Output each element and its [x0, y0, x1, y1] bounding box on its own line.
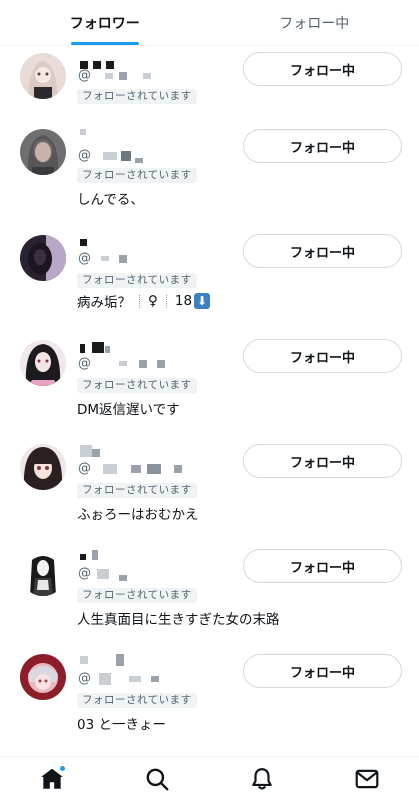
- handle-at: @: [78, 251, 91, 266]
- mail-icon: [355, 769, 378, 788]
- following-button[interactable]: フォロー中: [243, 234, 402, 268]
- avatar[interactable]: [20, 654, 66, 700]
- bio-text: ふぉろーはおむかえ: [77, 507, 199, 523]
- display-name-redacted: [78, 445, 118, 457]
- handle: @: [78, 251, 128, 266]
- list-item[interactable]: @ フォローされています 03 と一きょー フォロー中: [0, 651, 419, 756]
- tab-active-indicator: [70, 42, 139, 45]
- handle-at: @: [78, 461, 91, 476]
- bio-text: しんでる、: [77, 192, 144, 208]
- list-item[interactable]: @ フォローされています ふぉろーはおむかえ フォロー中: [0, 441, 419, 546]
- handle-at: @: [78, 671, 91, 686]
- bio-text: 03 と一きょー: [77, 717, 166, 733]
- avatar[interactable]: [20, 129, 66, 175]
- bio-separator: [139, 294, 140, 308]
- bio-female-symbol: ♀: [148, 293, 158, 309]
- handle-at: @: [78, 148, 91, 163]
- handle: @: [78, 566, 128, 581]
- search-icon: [146, 768, 169, 790]
- handle: @: [78, 148, 144, 163]
- bio-text: DM返信遅いです: [77, 402, 180, 418]
- follows-you-badge: フォローされています: [77, 89, 197, 104]
- follows-you-badge: フォローされています: [77, 273, 197, 288]
- follows-you-badge: フォローされています: [77, 483, 197, 498]
- nav-notifications[interactable]: [237, 759, 287, 799]
- bottom-nav: [0, 756, 419, 800]
- list-item[interactable]: @ フォローされています DM返信遅いです フォロー中: [0, 336, 419, 441]
- tab-following-label: フォロー中: [279, 15, 350, 32]
- display-name-redacted: [78, 342, 128, 354]
- notification-dot: [59, 764, 67, 772]
- avatar[interactable]: [20, 235, 66, 281]
- display-name-redacted: [78, 239, 108, 251]
- tab-followers[interactable]: フォロワー: [0, 0, 210, 45]
- handle: @: [78, 461, 182, 476]
- follower-list: @ フォローされています フォロー中 @ フォローされています しんでる、 フォ…: [0, 46, 419, 756]
- display-name-redacted: [78, 654, 128, 666]
- following-button[interactable]: フォロー中: [243, 129, 402, 163]
- follows-you-badge: フォローされています: [77, 168, 197, 183]
- bio-text: 人生真面目に生きすぎた女の末路: [77, 612, 280, 628]
- nav-search[interactable]: [132, 759, 182, 799]
- follows-you-badge: フォローされています: [77, 378, 197, 393]
- follows-you-badge: フォローされています: [77, 693, 197, 708]
- avatar[interactable]: [20, 340, 66, 386]
- avatar[interactable]: [20, 53, 66, 99]
- avatar[interactable]: [20, 444, 66, 490]
- bio-age: 18: [174, 293, 193, 309]
- handle-at: @: [78, 68, 91, 83]
- follows-you-badge: フォローされています: [77, 588, 197, 603]
- bio-separator: [165, 294, 167, 308]
- list-item[interactable]: @ フォローされています しんでる、 フォロー中: [0, 126, 419, 231]
- down-arrow-emoji-icon: ⬇: [194, 293, 211, 309]
- handle-at: @: [78, 566, 91, 581]
- following-button[interactable]: フォロー中: [243, 444, 402, 478]
- following-button[interactable]: フォロー中: [243, 549, 402, 583]
- bio-text: 病み垢？ ♀ 18 ⬇: [77, 291, 211, 311]
- nav-messages[interactable]: [342, 759, 392, 799]
- handle: @: [78, 356, 166, 371]
- list-item[interactable]: @ フォローされています 病み垢？ ♀ 18 ⬇ フォロー中: [0, 231, 419, 336]
- handle-at: @: [78, 356, 91, 371]
- following-button[interactable]: フォロー中: [243, 654, 402, 688]
- tab-bar: フォロワー フォロー中: [0, 0, 419, 46]
- display-name-redacted: [78, 550, 118, 562]
- tab-followers-label: フォロワー: [69, 15, 140, 32]
- following-button[interactable]: フォロー中: [243, 52, 402, 86]
- display-name-redacted: [78, 129, 108, 141]
- handle: @: [78, 671, 160, 686]
- bell-icon: [252, 767, 272, 790]
- tab-following[interactable]: フォロー中: [210, 0, 419, 45]
- bio-main: 病み垢？: [77, 295, 131, 311]
- list-item[interactable]: @ フォローされています 人生真面目に生きすぎた女の末路 フォロー中: [0, 546, 419, 651]
- avatar[interactable]: [20, 550, 66, 596]
- handle: @: [78, 68, 152, 83]
- following-button[interactable]: フォロー中: [243, 339, 402, 373]
- nav-home[interactable]: [27, 759, 77, 799]
- list-item[interactable]: @ フォローされています フォロー中: [0, 46, 419, 126]
